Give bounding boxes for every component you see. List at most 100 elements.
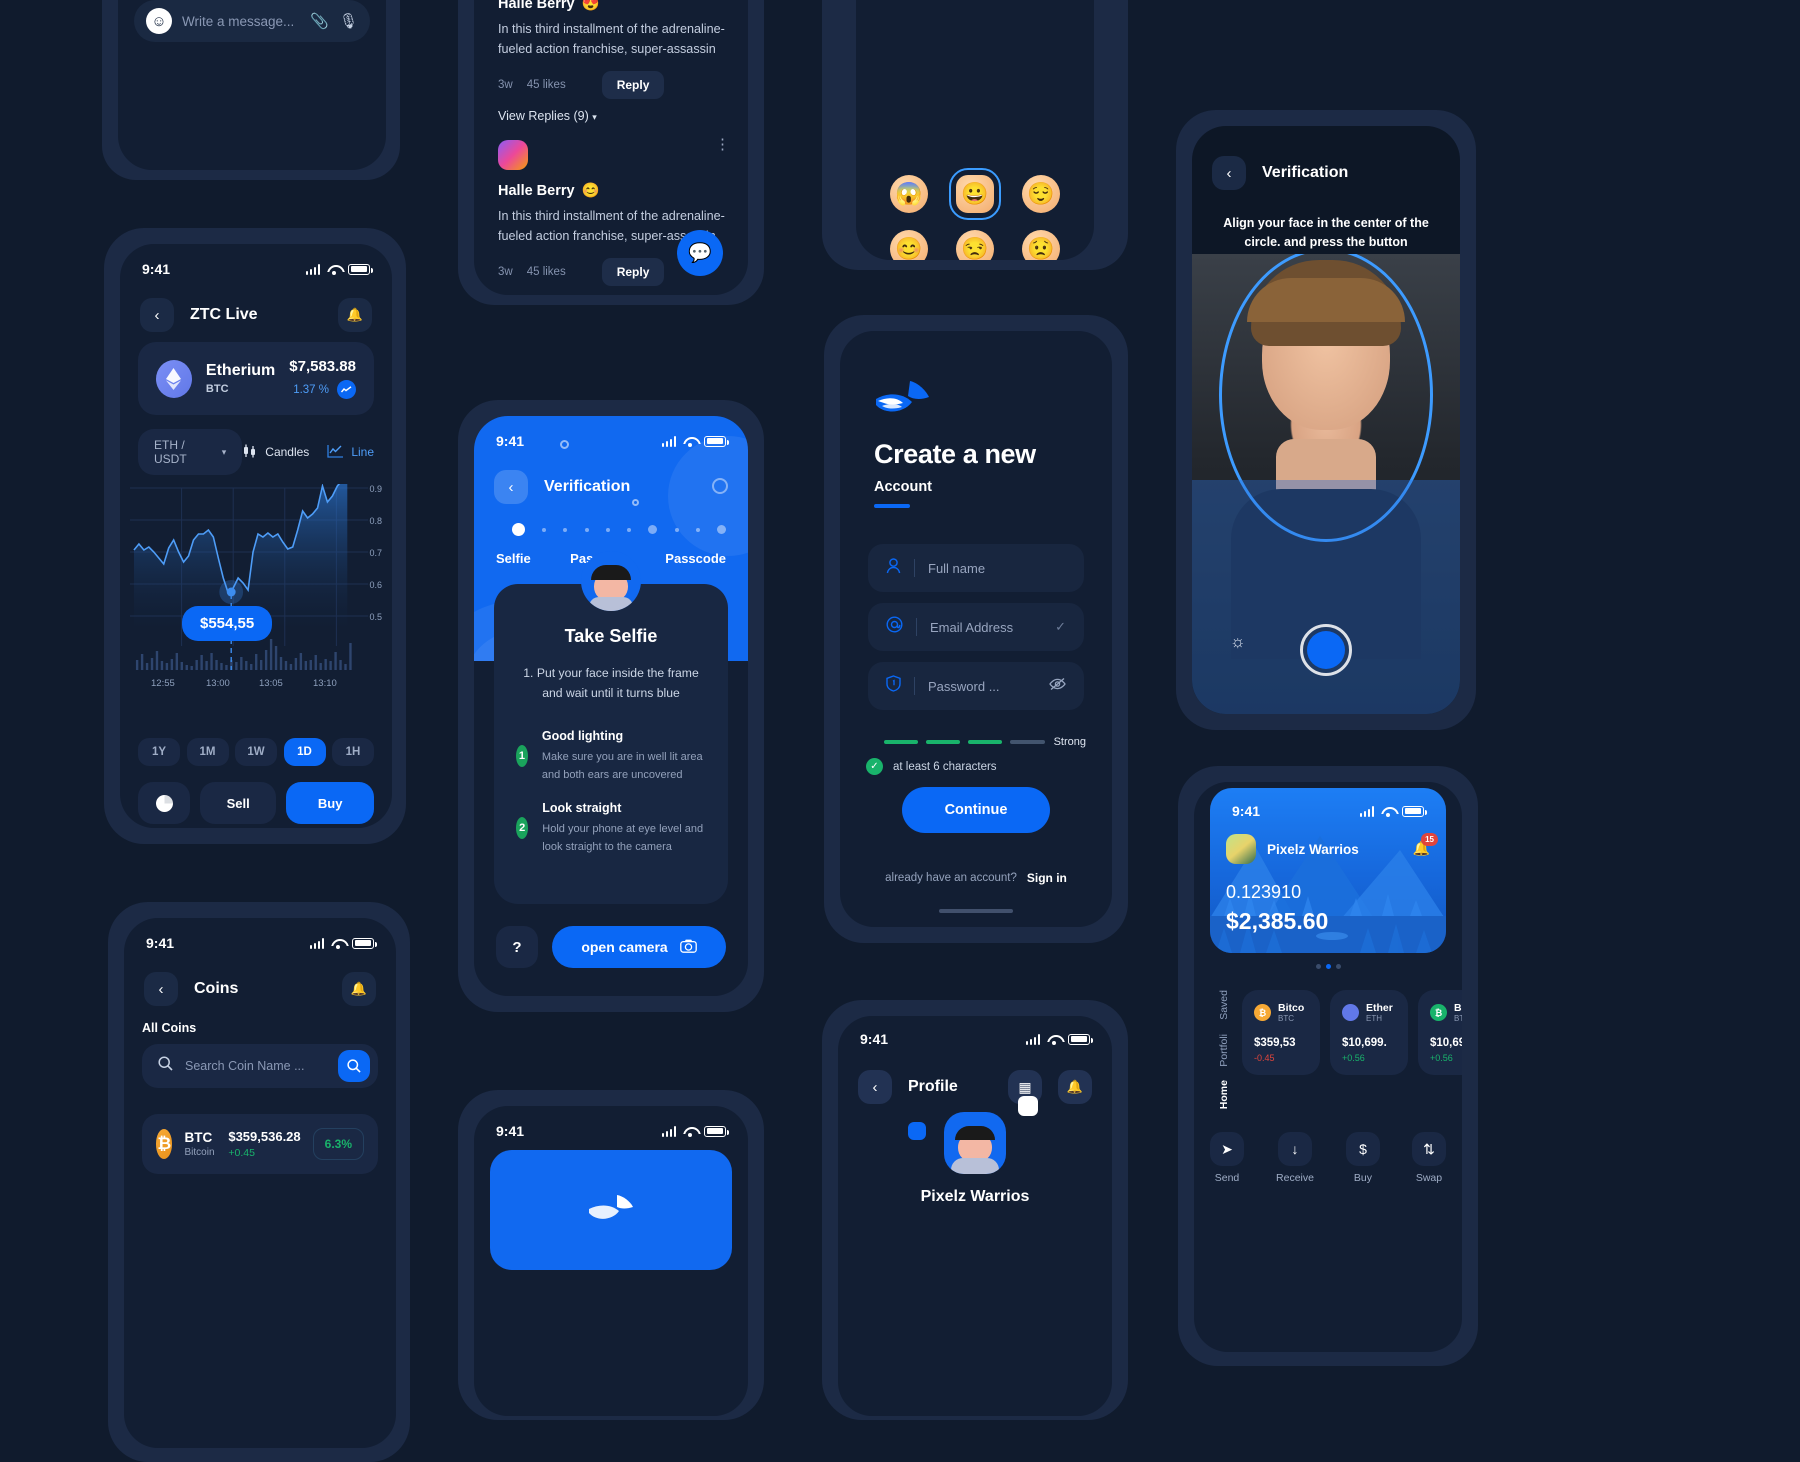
vtab-saved[interactable]: Saved [1218, 990, 1230, 1020]
search-submit-button[interactable] [338, 1050, 370, 1082]
sell-button[interactable]: Sell [200, 782, 277, 824]
timeframe-1w[interactable]: 1W [235, 738, 277, 766]
chevron-left-icon[interactable]: ‹ [494, 470, 528, 504]
asset-card[interactable]: ₿ Bitc BTC $10,699. +0.56 [1418, 990, 1462, 1075]
emoji-option-selected[interactable]: 😀 [949, 168, 1001, 220]
reply-button[interactable]: Reply [601, 258, 665, 287]
sign-in-link[interactable]: Sign in [1027, 871, 1067, 885]
avatar[interactable] [1226, 834, 1256, 864]
reply-button[interactable]: Reply [601, 71, 665, 100]
emoji-option[interactable]: 😟 [1022, 230, 1060, 260]
coin-symbol: BTC [205, 383, 229, 395]
avatar[interactable] [944, 1112, 1006, 1174]
coin-percent-badge: 6.3% [312, 1128, 364, 1160]
wifi-icon [1381, 806, 1395, 817]
shutter-button[interactable] [1300, 624, 1352, 676]
email-placeholder[interactable]: Email Address [930, 620, 1042, 635]
password-placeholder[interactable]: Password ... [928, 679, 1036, 694]
vtab-portfolio[interactable]: Portfoli [1218, 1034, 1230, 1067]
create-account-screen: Create a new Account Full name Email Add… [840, 331, 1112, 927]
question-mark-icon[interactable]: ? [496, 926, 538, 968]
step-dot [563, 527, 568, 532]
bell-icon[interactable]: 🔔 [1058, 1070, 1092, 1104]
chat-bubble-icon[interactable]: 💬 [677, 230, 723, 276]
emoji-option[interactable]: 😱 [890, 175, 928, 213]
ztc-live-screen: 9:41 ‹ ZTC Live 🔔 Etherium BTC $7,583.88 [120, 244, 392, 828]
comment-author: Halle Berry 😍 [498, 0, 730, 12]
step-dots [512, 523, 726, 536]
emoji-option[interactable]: 😒 [956, 230, 994, 260]
y-tick-label: 0.5 [369, 612, 382, 622]
asset-card-list[interactable]: ₿ Bitco BTC $359,53 -0.45 Ether ETH $10,… [1242, 990, 1462, 1075]
screenshot-canvas: Hi there! What's your fav ice cream flav… [0, 0, 1800, 1462]
coin-summary-card[interactable]: Etherium BTC $7,583.88 1.37 % [138, 342, 374, 415]
chat-input-placeholder[interactable]: Write a message... [182, 14, 300, 29]
strength-segment-filled [884, 740, 919, 744]
brightness-icon[interactable]: ☼ [1230, 632, 1246, 652]
asset-sub: BTC [1278, 1014, 1294, 1023]
price-chart[interactable]: $554,55 0.9 0.8 0.7 0.6 0.5 12:55 13:00 … [130, 477, 384, 704]
step-label-selfie[interactable]: Selfie [496, 551, 531, 566]
chat-composer[interactable]: ☺ Write a message... 📎 🎙 [134, 0, 370, 42]
nav-buy[interactable]: $ Buy [1345, 1132, 1380, 1184]
nav-send[interactable]: ➤ Send [1210, 1132, 1244, 1184]
timeframe-1d[interactable]: 1D [283, 738, 326, 766]
chevron-down-icon[interactable]: ▾ [222, 447, 227, 458]
asset-card[interactable]: ₿ Bitco BTC $359,53 -0.45 [1242, 990, 1320, 1075]
email-field[interactable]: Email Address ✓ [868, 603, 1084, 651]
more-options-icon[interactable]: ⋮ [715, 137, 730, 152]
bell-icon[interactable]: 🔔 15 [1413, 833, 1438, 858]
chevron-left-icon[interactable]: ‹ [858, 1070, 892, 1104]
view-replies-toggle[interactable]: View Replies (9) ▾ [498, 109, 730, 123]
dot-active[interactable] [1325, 964, 1331, 969]
emoji-option[interactable]: 😌 [1022, 175, 1060, 213]
line-toggle[interactable]: Line [327, 444, 374, 461]
nav-swap[interactable]: ⇅ Swap [1411, 1132, 1446, 1184]
pie-chart-icon[interactable] [138, 782, 190, 824]
nav-receive[interactable]: ↓ Receive [1276, 1132, 1314, 1184]
status-bar: 9:41 [120, 254, 392, 284]
pair-selector[interactable]: ETH / USDT ▾ [138, 429, 243, 475]
timeframe-group: 1Y 1M 1W 1D 1H [138, 738, 374, 766]
timeframe-1y[interactable]: 1Y [138, 738, 180, 766]
continue-button[interactable]: Continue [902, 787, 1050, 833]
bell-icon[interactable]: 🔔 [338, 298, 372, 332]
timeframe-1m[interactable]: 1M [186, 738, 229, 766]
buy-button[interactable]: Buy [286, 782, 374, 824]
candles-toggle[interactable]: Candles [242, 444, 309, 461]
page-title: Coins [194, 980, 239, 997]
paperclip-icon[interactable]: 📎 [310, 12, 329, 30]
asset-card[interactable]: Ether ETH $10,699. +0.56 [1330, 990, 1408, 1075]
step-label-passcode[interactable]: Passcode [665, 551, 726, 566]
dot[interactable] [1315, 964, 1321, 969]
bell-icon[interactable]: 🔔 [342, 972, 376, 1006]
search-placeholder[interactable]: Search Coin Name ... [185, 1059, 326, 1073]
reaction-emoji-icon: 😍 [581, 0, 600, 12]
chevron-left-icon[interactable]: ‹ [144, 972, 178, 1006]
chevron-left-icon[interactable]: ‹ [1212, 156, 1246, 190]
page-title: Verification [1262, 164, 1349, 181]
search-input[interactable]: Search Coin Name ... [142, 1044, 378, 1088]
profile-screen: 9:41 ‹ Profile ▦ 🔔 Pixelz Warrios [838, 1016, 1112, 1416]
chevron-left-icon[interactable]: ‹ [140, 298, 174, 332]
coin-row[interactable]: ₿ BTC Bitcoin $359,536.28 +0.45 6.3% [142, 1114, 378, 1174]
signal-icon [1359, 805, 1374, 817]
open-camera-button[interactable]: open camera [552, 926, 726, 968]
dot[interactable] [1335, 964, 1341, 969]
wifi-icon [327, 264, 341, 275]
emoji-option[interactable]: 😊 [890, 230, 928, 260]
wallet-screen: 9:41 Pixelz Warrios 🔔 15 0.123910 $2,385… [1194, 782, 1462, 1352]
eye-off-icon[interactable] [1049, 677, 1066, 696]
full-name-placeholder[interactable]: Full name [928, 561, 1066, 576]
vtab-home[interactable]: Home [1218, 1080, 1230, 1109]
step-dot-active[interactable] [512, 523, 525, 536]
password-field[interactable]: Password ... [868, 662, 1084, 710]
battery-icon [1068, 1033, 1093, 1045]
timeframe-1h[interactable]: 1H [332, 738, 374, 766]
status-time: 9:41 [496, 433, 525, 449]
chevron-down-icon[interactable]: ▾ [592, 112, 597, 122]
balance-fiat: $2,385.60 [1226, 908, 1329, 934]
smiley-icon[interactable]: ☺ [146, 8, 172, 34]
full-name-field[interactable]: Full name [868, 544, 1084, 592]
microphone-icon[interactable]: 🎙 [339, 12, 358, 30]
